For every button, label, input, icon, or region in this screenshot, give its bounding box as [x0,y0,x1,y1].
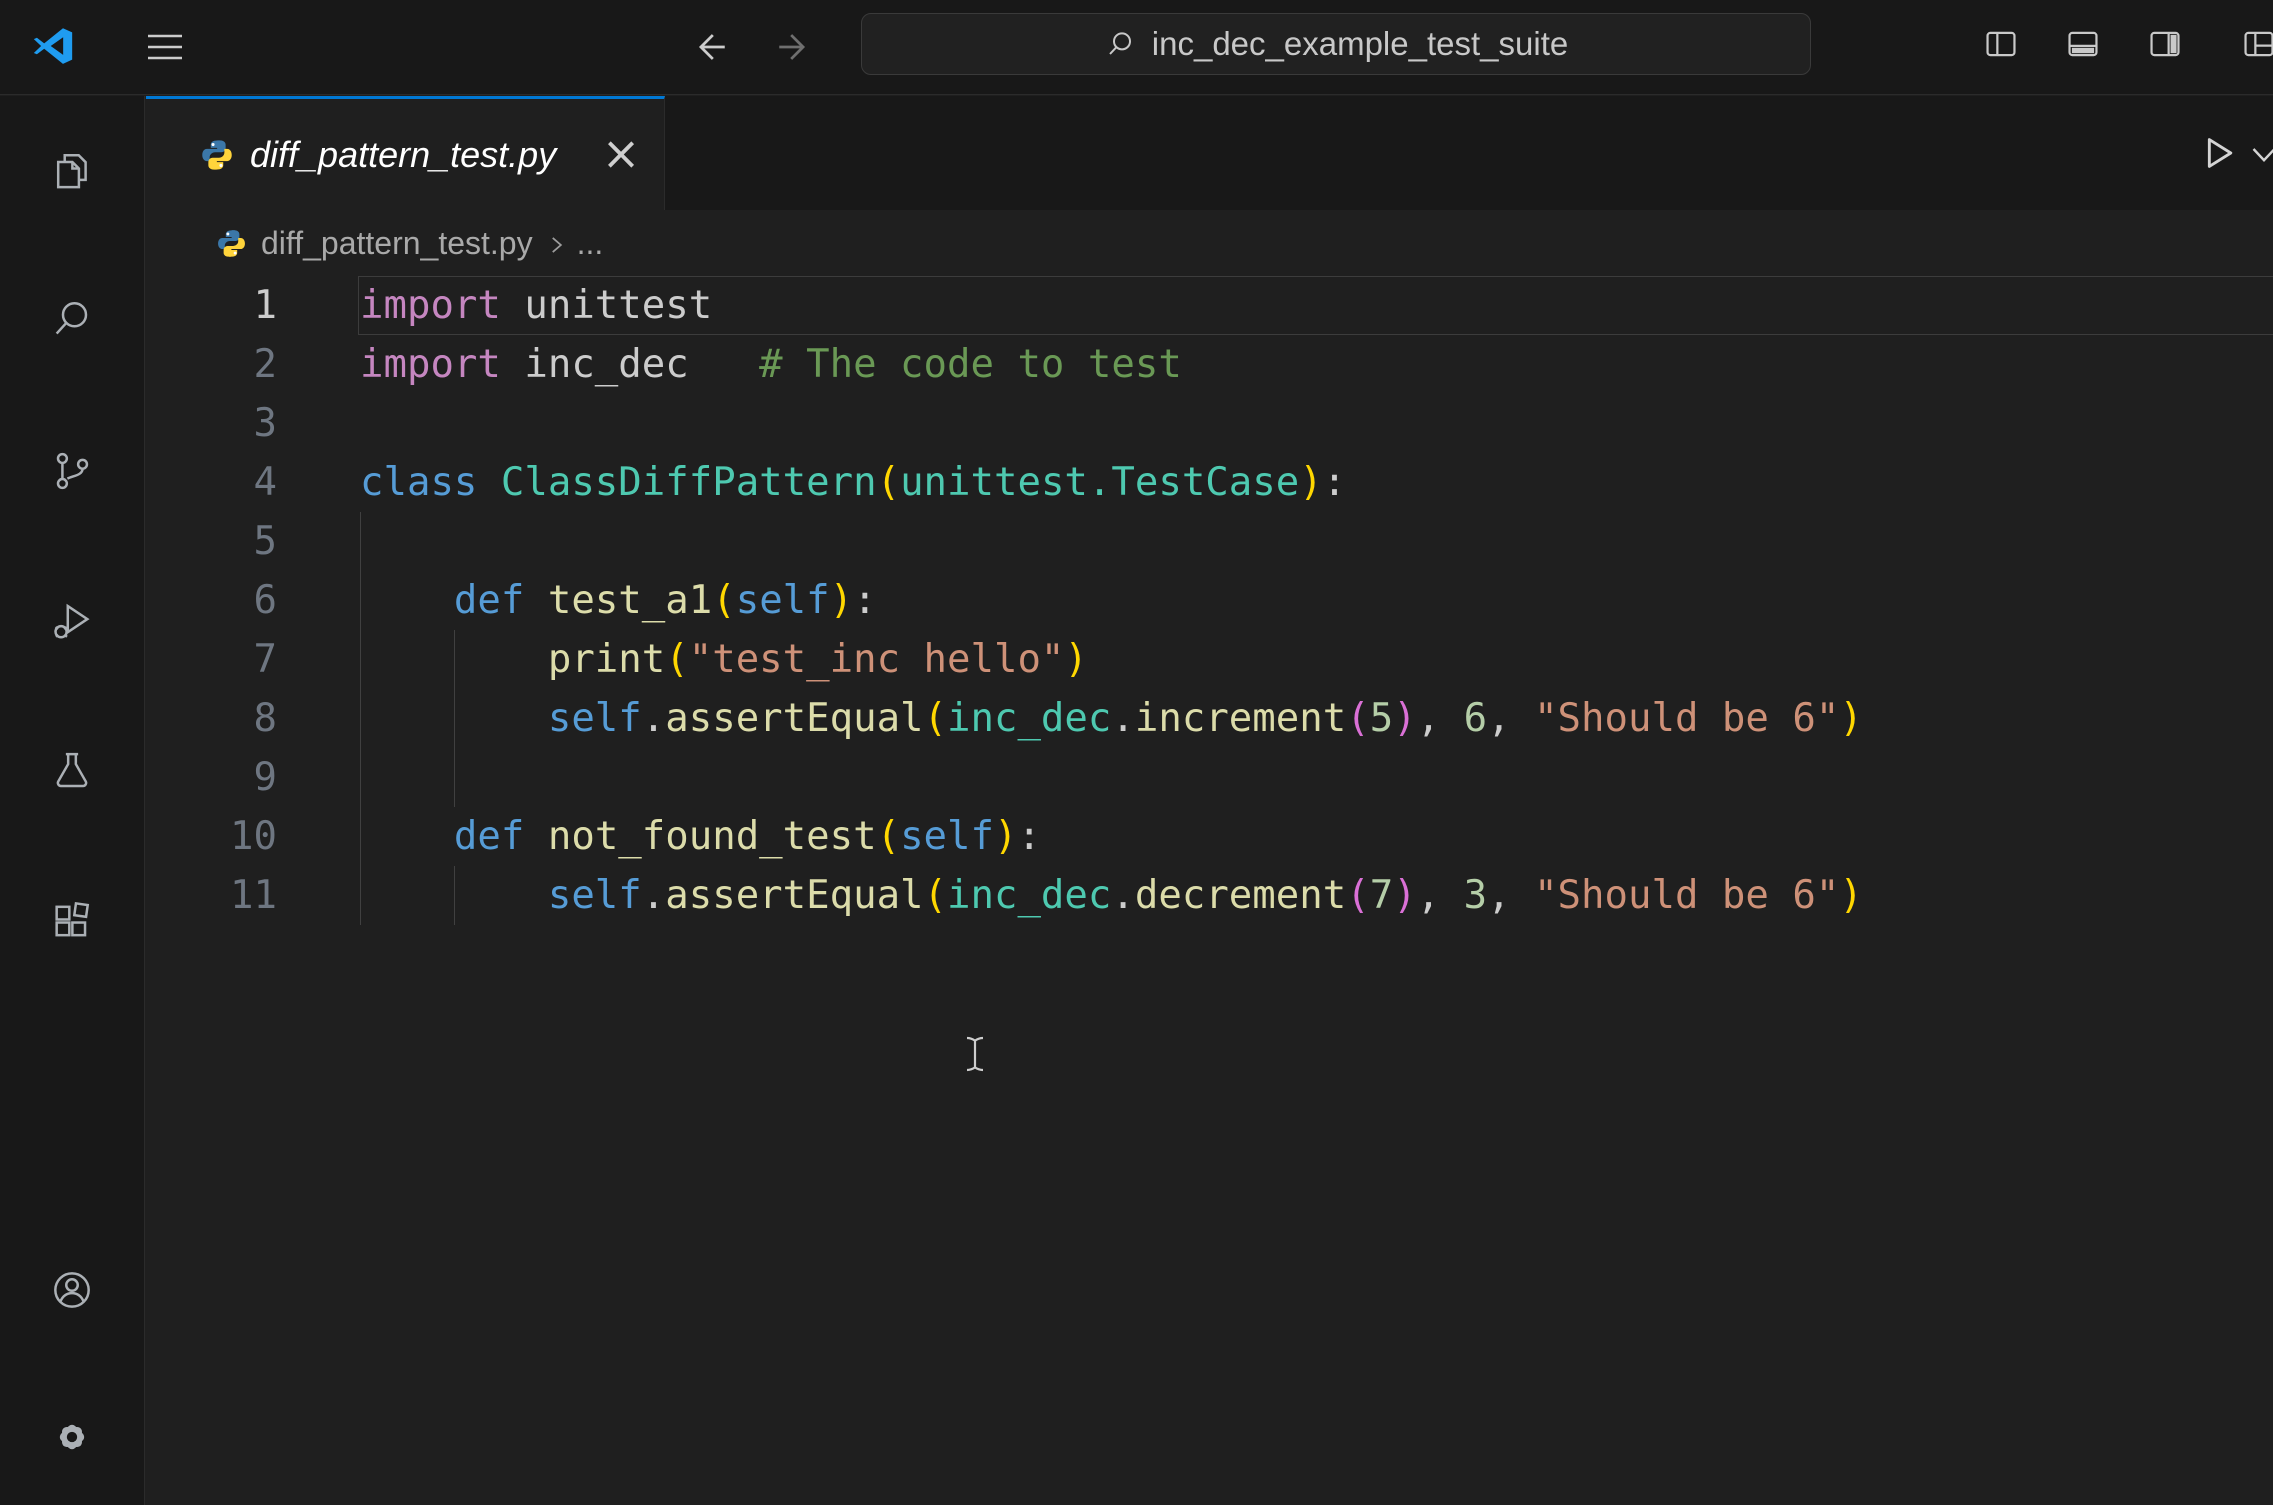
vscode-logo-icon [33,28,73,64]
toggle-secondary-sidebar-icon[interactable] [2146,25,2184,63]
indent-guide [360,512,361,571]
line-number[interactable]: 9 [146,748,277,807]
code-line-7[interactable]: 7 print("test_inc hello") [146,630,2273,689]
accounts-icon[interactable] [49,1267,95,1313]
code-line-9[interactable]: 9 [146,748,2273,807]
line-number[interactable]: 7 [146,630,277,689]
testing-beaker-icon[interactable] [49,748,95,794]
tab-diff-pattern-test[interactable]: diff_pattern_test.py [146,96,665,210]
code-line-2[interactable]: 2 import inc_dec # The code to test [146,335,2273,394]
customize-layout-icon[interactable] [2240,25,2273,63]
menu-hamburger-icon[interactable] [143,28,187,66]
command-center-search[interactable]: inc_dec_example_test_suite [861,13,1811,75]
line-number[interactable]: 10 [146,807,277,866]
code-text: import inc_dec # The code to test [360,342,1182,387]
code-editor[interactable]: 1 import unittest 2 import inc_dec # The co… [146,276,2273,925]
code-text: import unittest [360,283,713,328]
chevron-right-icon [551,237,562,253]
extensions-icon[interactable] [49,898,95,944]
python-file-icon [216,228,247,259]
code-line-11[interactable]: 11 self.assertEqual(inc_dec.decrement(7)… [146,866,2273,925]
code-line-1[interactable]: 1 import unittest [146,276,2273,335]
line-number[interactable]: 2 [146,335,277,394]
line-number[interactable]: 1 [146,276,277,335]
breadcrumb-file[interactable]: diff_pattern_test.py [261,225,533,262]
code-text: def not_found_test(self): [453,814,1041,859]
code-text: self.assertEqual(inc_dec.decrement(7), 3… [547,873,1863,918]
search-sidebar-icon[interactable] [49,296,95,342]
search-icon [1109,32,1131,55]
explorer-icon[interactable] [49,148,95,194]
indent-guide [454,748,455,807]
breadcrumb-symbol[interactable]: ... [577,225,604,262]
navigate-forward-icon[interactable] [771,25,815,69]
line-number[interactable]: 4 [146,453,277,512]
tab-bar: diff_pattern_test.py × [146,96,2273,210]
code-line-4[interactable]: 4 class ClassDiffPattern(unittest.TestCas… [146,453,2273,512]
command-center-label: inc_dec_example_test_suite [1151,25,1569,62]
title-bar: inc_dec_example_test_suite [0,0,2273,95]
toggle-primary-sidebar-icon[interactable] [1982,25,2020,63]
activity-bar [0,96,145,1505]
run-options-chevron-icon[interactable] [2246,142,2273,168]
line-number[interactable]: 6 [146,571,277,630]
code-text: self.assertEqual(inc_dec.increment(5), 6… [547,696,1863,741]
run-python-file-icon[interactable] [2194,130,2240,176]
toggle-panel-icon[interactable] [2064,25,2102,63]
line-number[interactable]: 3 [146,394,277,453]
breadcrumb: diff_pattern_test.py ... [146,210,2273,276]
code-text: def test_a1(self): [453,578,877,623]
code-text: class ClassDiffPattern(unittest.TestCase… [360,460,1347,505]
text-cursor-ibeam [966,1036,984,1072]
tab-label: diff_pattern_test.py [250,133,557,175]
code-text: print("test_inc hello") [547,637,1088,682]
navigate-back-icon[interactable] [689,25,733,69]
editor-group: diff_pattern_test.py × diff_pattern_test… [146,96,2273,1505]
code-line-3[interactable]: 3 [146,394,2273,453]
code-line-8[interactable]: 8 self.assertEqual(inc_dec.increment(5),… [146,689,2273,748]
code-line-6[interactable]: 6 def test_a1(self): [146,571,2273,630]
run-and-debug-icon[interactable] [49,598,95,644]
line-number[interactable]: 11 [146,866,277,925]
line-number[interactable]: 8 [146,689,277,748]
line-number[interactable]: 5 [146,512,277,571]
python-file-icon [200,138,234,172]
source-control-icon[interactable] [49,448,95,494]
tab-close-icon[interactable]: × [598,130,644,176]
manage-gear-icon[interactable] [49,1414,95,1460]
code-line-10[interactable]: 10 def not_found_test(self): [146,807,2273,866]
indent-guide [360,748,361,807]
code-line-5[interactable]: 5 [146,512,2273,571]
